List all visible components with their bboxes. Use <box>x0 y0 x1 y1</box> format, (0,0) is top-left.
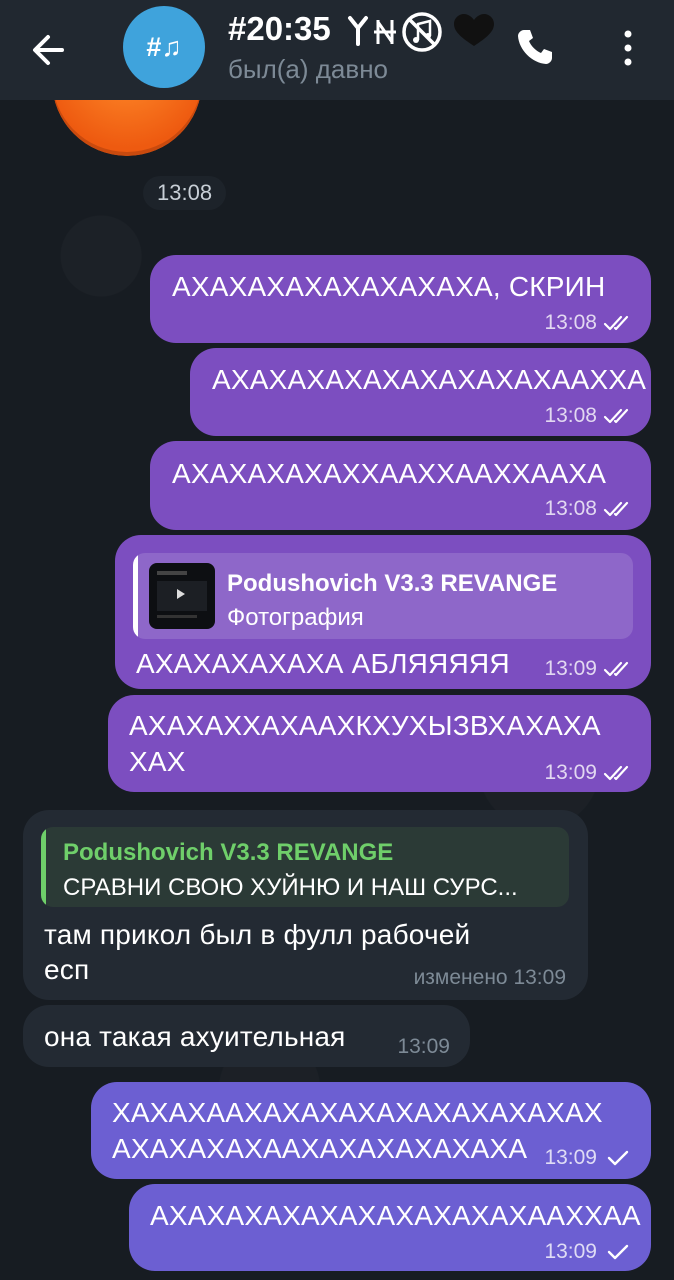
message-edited-time: изменено 13:09 <box>413 966 566 989</box>
phone-icon <box>518 30 552 64</box>
more-vertical-icon <box>624 30 632 66</box>
message-time: 13:09 <box>544 761 597 784</box>
chat-status: был(а) давно <box>228 54 389 84</box>
double-check-icon <box>603 765 629 781</box>
message-text-line-1: АХАХАХХАХААХКХУХЫЗВХАХАХА <box>129 710 601 741</box>
photo-thumbnail <box>149 563 215 629</box>
double-check-icon <box>603 315 629 331</box>
back-button[interactable] <box>22 24 74 76</box>
title-symbols-icon <box>348 12 494 52</box>
double-check-icon <box>603 661 629 677</box>
message-meta: 13:09 <box>544 1146 635 1170</box>
message-text-line-2: есп <box>44 954 90 985</box>
outgoing-reply-message[interactable]: Podushovich V3.3 REVANGE Фотография АХАХ… <box>115 535 651 689</box>
message-time: 13:09 <box>544 1146 597 1169</box>
single-check-icon <box>607 1150 629 1166</box>
message-text: АХАХАХАХАХХААХХААХХААХА <box>172 458 607 489</box>
more-button[interactable] <box>608 26 648 70</box>
message-text-line-2: ХАХ <box>129 746 186 777</box>
outgoing-message[interactable]: АХАХАХАХАХАХАХАХАХААХХА 13:08 <box>190 348 651 436</box>
message-time: 13:08 <box>544 404 597 427</box>
chat-title[interactable]: #20:35 <box>228 10 331 48</box>
outgoing-message[interactable]: АХАХАХАХАХАХАХАХАХАХААХХАА 13:09 <box>129 1184 651 1271</box>
reply-bar <box>41 827 46 907</box>
reply-bar <box>133 553 138 639</box>
reply-snippet: СРАВНИ СВОЮ ХУЙНЮ И НАШ СУРС... <box>63 874 518 901</box>
reply-snippet: Фотография <box>227 604 364 631</box>
message-meta: 13:09 <box>544 761 635 785</box>
message-meta: 13:08 <box>544 497 635 521</box>
message-meta: 13:08 <box>544 404 635 428</box>
incoming-message[interactable]: она такая ахуительная 13:09 <box>23 1005 470 1067</box>
message-text: АХАХАХАХАХА АБЛЯЯЯЯЯ <box>136 648 510 679</box>
reply-preview[interactable]: Podushovich V3.3 REVANGE Фотография <box>133 553 633 639</box>
reply-author: Podushovich V3.3 REVANGE <box>227 570 558 597</box>
double-check-icon <box>603 501 629 517</box>
message-meta: изменено 13:09 <box>414 966 566 990</box>
message-time: 13:09 <box>544 1240 597 1263</box>
chat-screen: #♫ #20:35 был(а) давно 13:08 АХАХАХАХАХА… <box>0 0 674 1280</box>
message-text: АХАХАХАХАХАХАХАХА, СКРИН <box>172 271 606 302</box>
message-meta: 13:09 <box>544 1240 635 1264</box>
message-text-line-2: АХАХАХАХААХАХАХАХАХАХА <box>112 1133 528 1164</box>
message-text-line-1: ХАХАХААХАХАХАХАХАХАХАХАХАХ <box>112 1097 603 1128</box>
message-text-line-1: там прикол был в фулл рабочей <box>44 919 471 950</box>
double-check-icon <box>603 408 629 424</box>
message-time: 13:08 <box>544 497 597 520</box>
outgoing-message[interactable]: АХАХАХХАХААХКХУХЫЗВХАХАХА ХАХ 13:09 <box>108 695 651 792</box>
chat-avatar[interactable]: #♫ <box>123 6 205 88</box>
reply-author: Podushovich V3.3 REVANGE <box>63 839 394 866</box>
message-meta: 13:08 <box>544 311 635 335</box>
incoming-reply-message[interactable]: Podushovich V3.3 REVANGE СРАВНИ СВОЮ ХУЙ… <box>23 810 588 1000</box>
outgoing-message[interactable]: АХАХАХАХАХХААХХААХХААХА 13:08 <box>150 441 651 530</box>
chat-header: #♫ #20:35 был(а) давно <box>0 0 674 100</box>
message-meta: 13:09 <box>397 1035 450 1059</box>
message-meta: 13:09 <box>544 657 635 681</box>
reply-preview[interactable]: Podushovich V3.3 REVANGE СРАВНИ СВОЮ ХУЙ… <box>41 827 569 907</box>
message-text: она такая ахуительная <box>44 1021 346 1052</box>
message-text: АХАХАХАХАХАХАХАХАХААХХА <box>212 364 647 395</box>
message-text: АХАХАХАХАХАХАХАХАХАХААХХАА <box>150 1200 641 1231</box>
outgoing-message[interactable]: АХАХАХАХАХАХАХАХА, СКРИН 13:08 <box>150 255 651 343</box>
message-time: 13:09 <box>397 1035 450 1058</box>
outgoing-message[interactable]: ХАХАХААХАХАХАХАХАХАХАХАХАХ АХАХАХАХААХАХ… <box>91 1082 651 1179</box>
call-button[interactable] <box>512 24 558 70</box>
single-check-icon <box>607 1244 629 1260</box>
sticker-time: 13:08 <box>143 176 227 210</box>
arrow-left-icon <box>33 35 64 65</box>
message-time: 13:09 <box>544 657 597 680</box>
message-time: 13:08 <box>544 311 597 334</box>
